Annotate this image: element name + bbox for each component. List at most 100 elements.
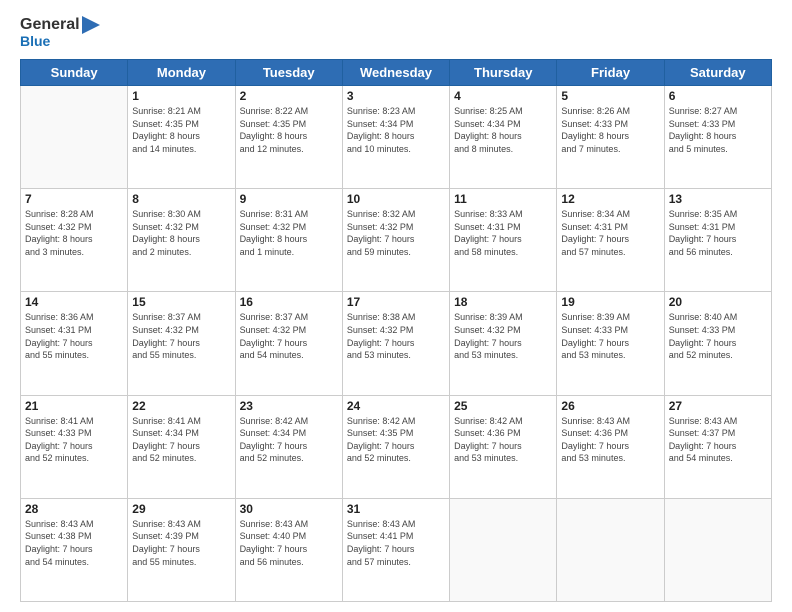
weekday-header-saturday: Saturday <box>664 59 771 85</box>
day-info: Sunrise: 8:37 AM Sunset: 4:32 PM Dayligh… <box>240 311 338 361</box>
calendar-cell: 13Sunrise: 8:35 AM Sunset: 4:31 PM Dayli… <box>664 189 771 292</box>
day-info: Sunrise: 8:42 AM Sunset: 4:35 PM Dayligh… <box>347 415 445 465</box>
day-info: Sunrise: 8:43 AM Sunset: 4:38 PM Dayligh… <box>25 518 123 568</box>
calendar-cell: 17 Sunrise: 8:38 AM Sunset: 4:32 PM Dayli… <box>342 292 449 395</box>
calendar-cell: 23 Sunrise: 8:42 AM Sunset: 4:34 PM Dayli… <box>235 395 342 498</box>
weekday-header-monday: Monday <box>128 59 235 85</box>
day-info: Sunrise: 8:38 AM Sunset: 4:32 PM Dayligh… <box>347 311 445 361</box>
day-number: 11 <box>454 192 552 206</box>
calendar-week-row: 28Sunrise: 8:43 AM Sunset: 4:38 PM Dayli… <box>21 498 772 601</box>
weekday-header-sunday: Sunday <box>21 59 128 85</box>
day-number: 10 <box>347 192 445 206</box>
calendar-week-row: 14 Sunrise: 8:36 AM Sunset: 4:31 PM Dayli… <box>21 292 772 395</box>
calendar-cell: 6 Sunrise: 8:27 AM Sunset: 4:33 PM Daylig… <box>664 85 771 188</box>
day-number: 24 <box>347 399 445 413</box>
day-info: Sunrise: 8:37 AM Sunset: 4:32 PM Dayligh… <box>132 311 230 361</box>
weekday-header-thursday: Thursday <box>450 59 557 85</box>
calendar-cell: 12Sunrise: 8:34 AM Sunset: 4:31 PM Dayli… <box>557 189 664 292</box>
weekday-header-wednesday: Wednesday <box>342 59 449 85</box>
day-info: Sunrise: 8:28 AM Sunset: 4:32 PM Dayligh… <box>25 208 123 258</box>
day-number: 25 <box>454 399 552 413</box>
day-number: 14 <box>25 295 123 309</box>
calendar-cell: 28Sunrise: 8:43 AM Sunset: 4:38 PM Dayli… <box>21 498 128 601</box>
day-info: Sunrise: 8:26 AM Sunset: 4:33 PM Dayligh… <box>561 105 659 155</box>
day-number: 29 <box>132 502 230 516</box>
day-info: Sunrise: 8:33 AM Sunset: 4:31 PM Dayligh… <box>454 208 552 258</box>
day-number: 13 <box>669 192 767 206</box>
calendar-week-row: 7 Sunrise: 8:28 AM Sunset: 4:32 PM Daylig… <box>21 189 772 292</box>
calendar-header-row: SundayMondayTuesdayWednesdayThursdayFrid… <box>21 59 772 85</box>
day-info: Sunrise: 8:41 AM Sunset: 4:34 PM Dayligh… <box>132 415 230 465</box>
calendar-cell: 24 Sunrise: 8:42 AM Sunset: 4:35 PM Dayli… <box>342 395 449 498</box>
calendar-cell <box>21 85 128 188</box>
day-number: 7 <box>25 192 123 206</box>
calendar-cell: 31 Sunrise: 8:43 AM Sunset: 4:41 PM Dayli… <box>342 498 449 601</box>
page-header: GeneralBlue <box>20 16 772 49</box>
day-number: 30 <box>240 502 338 516</box>
day-info: Sunrise: 8:22 AM Sunset: 4:35 PM Dayligh… <box>240 105 338 155</box>
calendar-cell: 2 Sunrise: 8:22 AM Sunset: 4:35 PM Daylig… <box>235 85 342 188</box>
day-number: 15 <box>132 295 230 309</box>
day-info: Sunrise: 8:43 AM Sunset: 4:41 PM Dayligh… <box>347 518 445 568</box>
day-info: Sunrise: 8:40 AM Sunset: 4:33 PM Dayligh… <box>669 311 767 361</box>
day-number: 6 <box>669 89 767 103</box>
calendar-cell: 9 Sunrise: 8:31 AM Sunset: 4:32 PM Daylig… <box>235 189 342 292</box>
day-info: Sunrise: 8:39 AM Sunset: 4:32 PM Dayligh… <box>454 311 552 361</box>
day-info: Sunrise: 8:30 AM Sunset: 4:32 PM Dayligh… <box>132 208 230 258</box>
day-number: 26 <box>561 399 659 413</box>
calendar-week-row: 1Sunrise: 8:21 AM Sunset: 4:35 PM Daylig… <box>21 85 772 188</box>
weekday-header-tuesday: Tuesday <box>235 59 342 85</box>
day-info: Sunrise: 8:42 AM Sunset: 4:36 PM Dayligh… <box>454 415 552 465</box>
day-number: 22 <box>132 399 230 413</box>
day-number: 5 <box>561 89 659 103</box>
calendar-cell: 11 Sunrise: 8:33 AM Sunset: 4:31 PM Dayli… <box>450 189 557 292</box>
day-number: 17 <box>347 295 445 309</box>
calendar-cell: 3 Sunrise: 8:23 AM Sunset: 4:34 PM Daylig… <box>342 85 449 188</box>
day-number: 18 <box>454 295 552 309</box>
logo-line1: General <box>20 16 80 33</box>
logo-line2: Blue <box>20 34 80 49</box>
calendar-cell: 27Sunrise: 8:43 AM Sunset: 4:37 PM Dayli… <box>664 395 771 498</box>
calendar-week-row: 21 Sunrise: 8:41 AM Sunset: 4:33 PM Dayli… <box>21 395 772 498</box>
day-number: 8 <box>132 192 230 206</box>
day-info: Sunrise: 8:23 AM Sunset: 4:34 PM Dayligh… <box>347 105 445 155</box>
calendar-cell: 14 Sunrise: 8:36 AM Sunset: 4:31 PM Dayli… <box>21 292 128 395</box>
day-info: Sunrise: 8:43 AM Sunset: 4:37 PM Dayligh… <box>669 415 767 465</box>
calendar-cell: 22 Sunrise: 8:41 AM Sunset: 4:34 PM Dayli… <box>128 395 235 498</box>
calendar-cell: 20 Sunrise: 8:40 AM Sunset: 4:33 PM Dayli… <box>664 292 771 395</box>
day-info: Sunrise: 8:21 AM Sunset: 4:35 PM Dayligh… <box>132 105 230 155</box>
logo-arrow-icon <box>82 16 100 34</box>
calendar-cell: 10Sunrise: 8:32 AM Sunset: 4:32 PM Dayli… <box>342 189 449 292</box>
day-info: Sunrise: 8:43 AM Sunset: 4:36 PM Dayligh… <box>561 415 659 465</box>
calendar-cell: 30Sunrise: 8:43 AM Sunset: 4:40 PM Dayli… <box>235 498 342 601</box>
day-info: Sunrise: 8:31 AM Sunset: 4:32 PM Dayligh… <box>240 208 338 258</box>
day-number: 23 <box>240 399 338 413</box>
calendar-cell: 18 Sunrise: 8:39 AM Sunset: 4:32 PM Dayli… <box>450 292 557 395</box>
calendar-cell: 7 Sunrise: 8:28 AM Sunset: 4:32 PM Daylig… <box>21 189 128 292</box>
day-number: 20 <box>669 295 767 309</box>
calendar-table: SundayMondayTuesdayWednesdayThursdayFrid… <box>20 59 772 602</box>
day-number: 3 <box>347 89 445 103</box>
calendar-cell <box>450 498 557 601</box>
calendar-cell: 19Sunrise: 8:39 AM Sunset: 4:33 PM Dayli… <box>557 292 664 395</box>
calendar-cell: 8 Sunrise: 8:30 AM Sunset: 4:32 PM Daylig… <box>128 189 235 292</box>
weekday-header-friday: Friday <box>557 59 664 85</box>
calendar-cell: 4Sunrise: 8:25 AM Sunset: 4:34 PM Daylig… <box>450 85 557 188</box>
day-info: Sunrise: 8:41 AM Sunset: 4:33 PM Dayligh… <box>25 415 123 465</box>
calendar-cell <box>557 498 664 601</box>
day-number: 19 <box>561 295 659 309</box>
day-info: Sunrise: 8:42 AM Sunset: 4:34 PM Dayligh… <box>240 415 338 465</box>
day-number: 9 <box>240 192 338 206</box>
day-info: Sunrise: 8:27 AM Sunset: 4:33 PM Dayligh… <box>669 105 767 155</box>
day-number: 21 <box>25 399 123 413</box>
day-number: 2 <box>240 89 338 103</box>
logo: GeneralBlue <box>20 16 80 49</box>
day-number: 12 <box>561 192 659 206</box>
day-number: 31 <box>347 502 445 516</box>
calendar-body: 1Sunrise: 8:21 AM Sunset: 4:35 PM Daylig… <box>21 85 772 601</box>
logo-wrap: GeneralBlue <box>20 16 80 49</box>
calendar-cell: 1Sunrise: 8:21 AM Sunset: 4:35 PM Daylig… <box>128 85 235 188</box>
calendar-cell: 16Sunrise: 8:37 AM Sunset: 4:32 PM Dayli… <box>235 292 342 395</box>
calendar-cell: 21 Sunrise: 8:41 AM Sunset: 4:33 PM Dayli… <box>21 395 128 498</box>
day-info: Sunrise: 8:36 AM Sunset: 4:31 PM Dayligh… <box>25 311 123 361</box>
